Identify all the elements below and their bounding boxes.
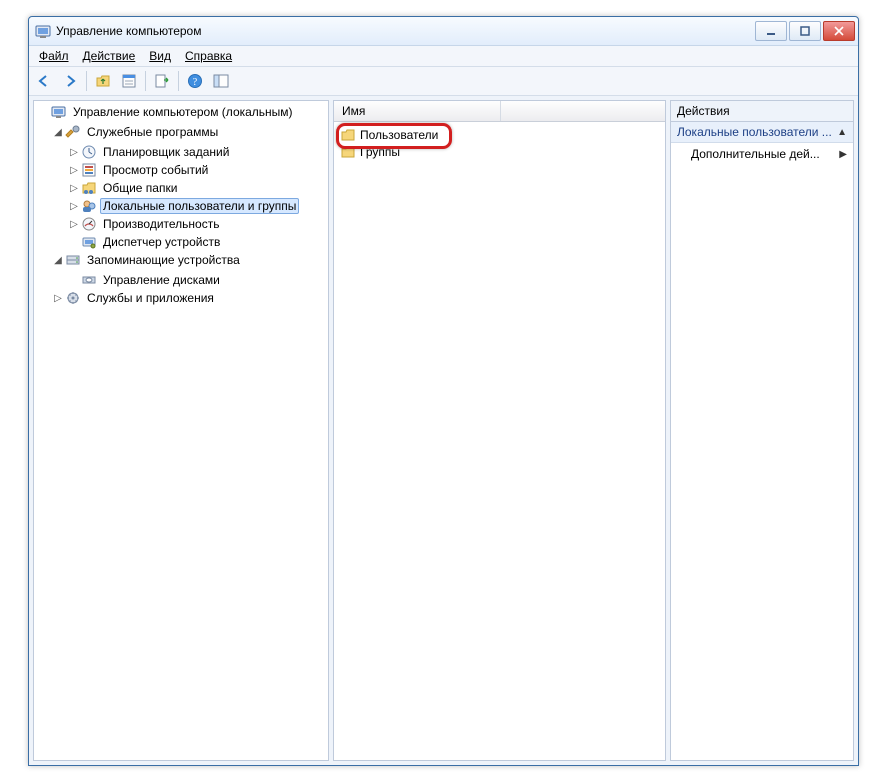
expander-icon[interactable]: ▷ [68,165,80,176]
tree-node-event-viewer[interactable]: ▷ Просмотр событий [34,161,328,179]
chevron-right-icon: ▶ [839,149,847,160]
up-folder-button[interactable] [91,69,115,93]
actions-more[interactable]: Дополнительные дей... ▶ [671,143,853,165]
expander-icon[interactable]: ▷ [68,183,80,194]
properties-icon [121,73,137,89]
tree-label: Диспетчер устройств [100,234,223,250]
expander-icon[interactable]: ▷ [52,293,64,304]
menu-help[interactable]: Справка [179,48,238,64]
tree-node-disk-management[interactable]: Управление дисками [34,271,328,289]
toolbar-separator [145,71,146,91]
menubar: Файл Действие Вид Справка [29,46,858,67]
tools-icon [65,124,81,140]
svg-text:?: ? [193,77,198,88]
expander-icon[interactable]: ▷ [68,201,80,212]
computer-icon [51,104,67,120]
list-item-label: Группы [360,145,400,159]
maximize-icon [800,26,810,36]
help-button[interactable]: ? [183,69,207,93]
minimize-button[interactable] [755,21,787,41]
tree-node-root[interactable]: Управление компьютером (локальным) [34,103,328,121]
storage-icon [65,252,81,268]
actions-section[interactable]: Локальные пользователи ... ▲ [671,122,853,143]
list-item-groups[interactable]: Группы [334,143,665,160]
clock-icon [81,144,97,160]
main-area: Управление компьютером (локальным) ◢ Слу… [29,96,858,765]
minimize-icon [766,26,776,36]
tree-node-local-users-groups[interactable]: ▷ Локальные пользователи и группы [34,197,328,215]
console-tree-icon [213,73,229,89]
window-buttons [755,21,855,41]
window-title: Управление компьютером [56,24,755,38]
folder-icon [340,127,356,143]
tree-node-storage[interactable]: ◢ Запоминающие устройства [34,251,328,269]
tree-label: Просмотр событий [100,162,211,178]
tree-label: Общие папки [100,180,180,196]
services-icon [65,290,81,306]
event-viewer-icon [81,162,97,178]
actions-header: Действия [671,101,853,122]
tree-label: Запоминающие устройства [84,252,243,268]
arrow-right-icon [62,73,78,89]
toolbar: ? [29,67,858,96]
tree-label: Управление компьютером (локальным) [70,104,296,120]
properties-button[interactable] [117,69,141,93]
toolbar-separator [86,71,87,91]
menu-view[interactable]: Вид [143,48,177,64]
disk-mgmt-icon [81,272,97,288]
tree-label: Локальные пользователи и группы [100,198,299,214]
tree-label: Производительность [100,216,222,232]
show-hide-console-button[interactable] [209,69,233,93]
titlebar[interactable]: Управление компьютером [29,17,858,46]
tree-label: Планировщик заданий [100,144,232,160]
tree-node-device-manager[interactable]: Диспетчер устройств [34,233,328,251]
export-list-icon [154,73,170,89]
export-list-button[interactable] [150,69,174,93]
toolbar-separator [178,71,179,91]
list-body: Пользователи Группы [334,122,665,164]
menu-file[interactable]: Файл [33,48,75,64]
arrow-left-icon [36,73,52,89]
tree-label: Служебные программы [84,124,221,140]
chevron-up-icon: ▲ [837,127,847,138]
tree-node-services-apps[interactable]: ▷ Службы и приложения [34,289,328,307]
window: Управление компьютером Файл Действие Вид… [28,16,859,766]
tree-label: Службы и приложения [84,290,217,306]
folder-up-icon [95,73,111,89]
actions-section-label: Локальные пользователи ... [677,125,832,139]
tree-label: Управление дисками [100,272,223,288]
tree-panel: Управление компьютером (локальным) ◢ Слу… [33,100,329,761]
tree-node-performance[interactable]: ▷ Производительность [34,215,328,233]
list-item-users[interactable]: Пользователи [334,126,665,143]
expander-icon[interactable]: ◢ [52,255,64,266]
list-panel: Имя Пользователи Группы [333,100,666,761]
actions-more-label: Дополнительные дей... [691,147,820,161]
list-item-label: Пользователи [360,128,438,142]
actions-panel: Действия Локальные пользователи ... ▲ До… [670,100,854,761]
maximize-button[interactable] [789,21,821,41]
list-header: Имя [334,101,665,122]
close-icon [834,26,844,36]
help-icon: ? [187,73,203,89]
column-header-name[interactable]: Имя [334,101,501,121]
expander-icon[interactable]: ▷ [68,147,80,158]
tree-node-utilities[interactable]: ◢ Служебные программы [34,123,328,141]
folder-icon [340,144,356,160]
expander-icon[interactable]: ▷ [68,219,80,230]
tree-node-task-scheduler[interactable]: ▷ Планировщик заданий [34,143,328,161]
back-button[interactable] [32,69,56,93]
users-groups-icon [81,198,97,214]
menu-action[interactable]: Действие [77,48,142,64]
tree-root-list: Управление компьютером (локальным) ◢ Слу… [34,103,328,307]
device-manager-icon [81,234,97,250]
performance-icon [81,216,97,232]
forward-button[interactable] [58,69,82,93]
shared-folder-icon [81,180,97,196]
close-button[interactable] [823,21,855,41]
tree-node-shared-folders[interactable]: ▷ Общие папки [34,179,328,197]
app-icon [35,23,51,39]
expander-icon[interactable]: ◢ [52,127,64,138]
